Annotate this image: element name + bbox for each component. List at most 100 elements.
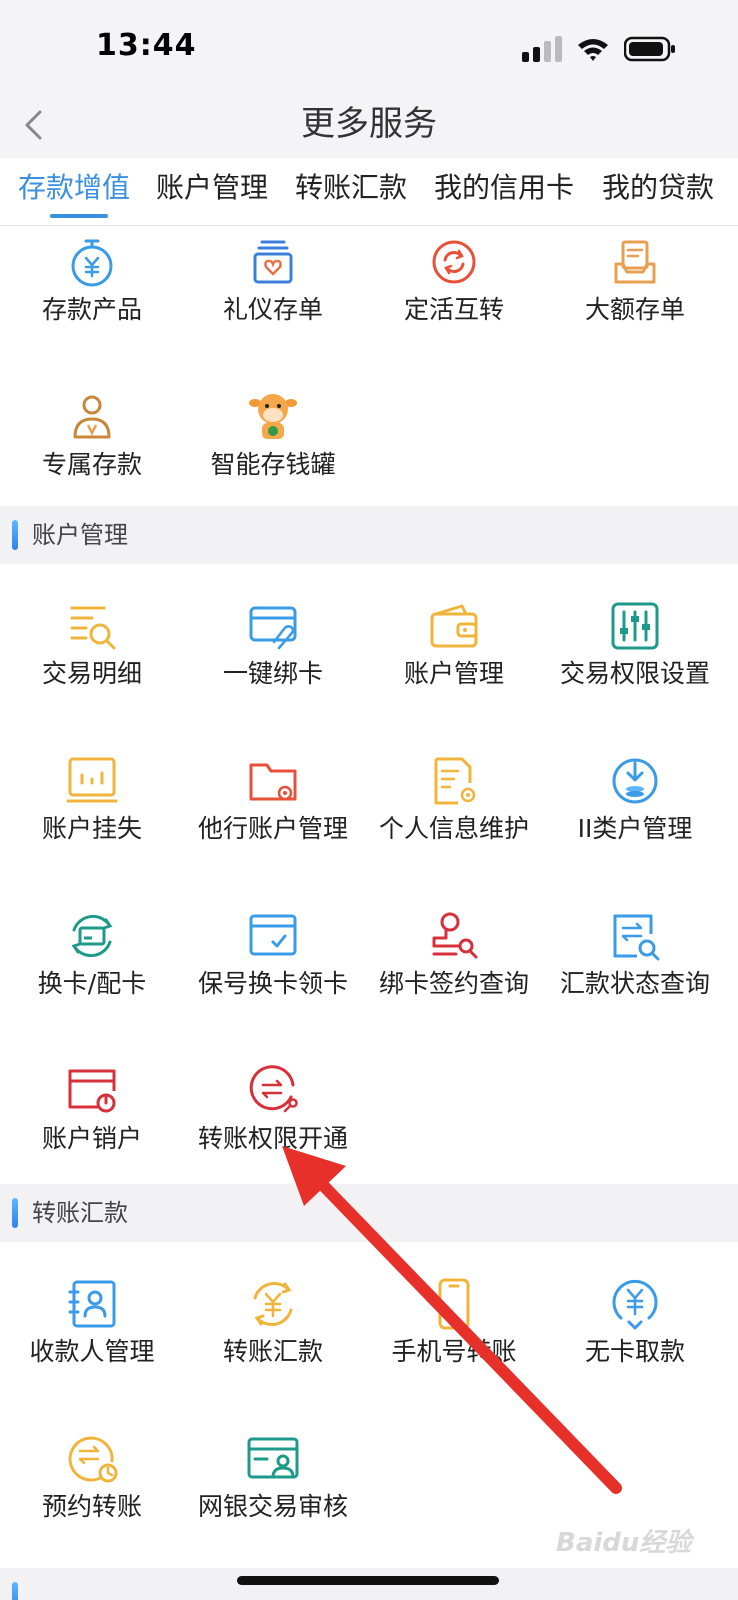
service-gift-certificate[interactable]: 礼仪存单	[181, 226, 365, 376]
service-large-certificate[interactable]: 大额存单	[543, 226, 727, 376]
status-icons	[522, 34, 676, 64]
service-label: 存款产品	[41, 295, 142, 324]
stopwatch-yuan-icon	[71, 239, 113, 287]
section-accent-bar	[12, 1198, 18, 1228]
card-cycle-icon	[71, 914, 113, 958]
service-label: 换卡/配卡	[37, 969, 147, 998]
sync-circle-icon	[432, 240, 476, 284]
service-transfer-remittance[interactable]: 转账汇款	[181, 1268, 365, 1418]
service-phone-transfer[interactable]: 手机号转账	[362, 1268, 546, 1418]
account-grid: 交易明细 一键绑卡 账户管理 交易权限设置 账户挂失 他行账户管理 个人信息维护…	[0, 590, 738, 1184]
section-accent-bar	[12, 1582, 18, 1600]
transfer-search-icon	[613, 914, 660, 961]
service-label: 个人信息维护	[378, 814, 529, 843]
service-label: 他行账户管理	[197, 814, 348, 843]
nav-bar: 更多服务	[0, 92, 738, 158]
wallet-icon	[430, 604, 478, 648]
document-gear-icon	[434, 757, 476, 805]
section-header-account: 账户管理	[0, 506, 738, 564]
tab-transfer[interactable]: 转账汇款	[295, 168, 407, 208]
service-label: 收款人管理	[29, 1337, 155, 1366]
service-label: 账户挂失	[41, 814, 142, 843]
section-title: 账户管理	[32, 521, 128, 549]
service-other-bank-accounts[interactable]: 他行账户管理	[181, 745, 365, 895]
card-clip-icon	[249, 606, 297, 650]
service-label: 无卡取款	[584, 1337, 685, 1366]
service-label: 交易明细	[41, 659, 142, 688]
service-scheduled-transfer[interactable]: 预约转账	[0, 1423, 184, 1573]
service-remittance-status[interactable]: 汇款状态查询	[543, 900, 727, 1050]
sliders-icon	[611, 602, 659, 650]
service-label: 网银交易审核	[197, 1492, 348, 1521]
service-transfer-permission[interactable]: 转账权限开通	[181, 1055, 365, 1205]
gift-box-heart-icon	[253, 240, 293, 284]
contact-card-icon	[68, 1280, 116, 1328]
yuan-cycle-icon	[253, 1282, 293, 1326]
service-transaction-details[interactable]: 交易明细	[0, 590, 184, 740]
transfer-key-icon	[249, 1065, 298, 1113]
tab-credit-card[interactable]: 我的信用卡	[434, 168, 574, 208]
tab-deposit[interactable]: 存款增值	[18, 168, 130, 208]
transfer-clock-icon	[68, 1436, 118, 1483]
section-accent-bar	[12, 520, 18, 550]
person-badge-icon	[73, 395, 111, 439]
service-account-management[interactable]: 账户管理	[362, 590, 546, 740]
service-binding-query[interactable]: 绑卡签约查询	[362, 900, 546, 1050]
status-bar: 13:44	[0, 0, 738, 92]
calf-mascot-icon	[249, 394, 297, 439]
service-label: 绑卡签约查询	[378, 969, 529, 998]
monitor-icon	[66, 757, 118, 803]
yuan-circle-icon	[612, 1279, 658, 1330]
service-cardless-withdrawal[interactable]: 无卡取款	[543, 1268, 727, 1418]
list-search-icon	[70, 606, 116, 650]
service-label: 保号换卡领卡	[197, 969, 348, 998]
service-close-account[interactable]: 账户销户	[0, 1055, 184, 1205]
tab-loan[interactable]: 我的贷款	[602, 168, 714, 208]
phone-icon	[438, 1278, 470, 1330]
stamp-search-icon	[432, 912, 478, 959]
tab-account[interactable]: 账户管理	[156, 168, 268, 208]
service-label: 交易权限设置	[559, 659, 710, 688]
active-tab-indicator	[50, 214, 108, 218]
service-payee-management[interactable]: 收款人管理	[0, 1268, 184, 1418]
cellular-signal-icon	[522, 36, 562, 62]
page-title: 更多服务	[301, 104, 437, 144]
service-label: 账户管理	[403, 659, 504, 688]
service-fixed-demand-transfer[interactable]: 定活互转	[362, 226, 546, 376]
service-label: 定活互转	[403, 295, 504, 324]
status-time: 13:44	[96, 28, 197, 63]
download-coins-icon	[612, 758, 658, 804]
battery-icon	[624, 36, 675, 62]
card-power-icon	[68, 1069, 116, 1113]
service-transaction-permission[interactable]: 交易权限设置	[543, 590, 727, 740]
home-indicator	[237, 1576, 499, 1585]
card-user-icon	[247, 1437, 299, 1479]
service-label: 智能存钱罐	[210, 450, 336, 479]
category-tabs: 存款增值 账户管理 转账汇款 我的信用卡 我的贷款	[0, 158, 738, 226]
service-bind-card[interactable]: 一键绑卡	[181, 590, 365, 740]
section-title: 转账汇款	[32, 1199, 128, 1227]
service-label: 一键绑卡	[222, 659, 323, 688]
service-keep-number-card[interactable]: 保号换卡领卡	[181, 900, 365, 1050]
service-label: 预约转账	[41, 1492, 142, 1521]
service-ebank-review[interactable]: 网银交易审核	[181, 1423, 365, 1573]
watermark: Baidu经验	[556, 1528, 692, 1558]
section-header-transfer: 转账汇款	[0, 1184, 738, 1242]
card-check-icon	[249, 914, 297, 956]
service-class-ii-account[interactable]: II类户管理	[543, 745, 727, 895]
document-tray-icon	[614, 240, 656, 284]
service-label: 转账权限开通	[197, 1124, 348, 1153]
service-label: 汇款状态查询	[559, 969, 710, 998]
service-label: 大额存单	[584, 295, 685, 324]
service-card-replacement[interactable]: 换卡/配卡	[0, 900, 184, 1050]
wifi-icon	[578, 39, 608, 61]
service-report-loss[interactable]: 账户挂失	[0, 745, 184, 895]
service-label: 账户销户	[41, 1124, 142, 1153]
folder-gear-icon	[249, 763, 297, 801]
service-deposit-products[interactable]: 存款产品	[0, 226, 184, 376]
service-label: 专属存款	[41, 450, 142, 479]
service-label: 礼仪存单	[222, 295, 323, 324]
service-personal-info[interactable]: 个人信息维护	[362, 745, 546, 895]
service-label: 手机号转账	[391, 1337, 517, 1366]
deposit-grid: 存款产品 礼仪存单 定活互转 大额存单 专属存款 智能存钱罐	[0, 226, 738, 506]
